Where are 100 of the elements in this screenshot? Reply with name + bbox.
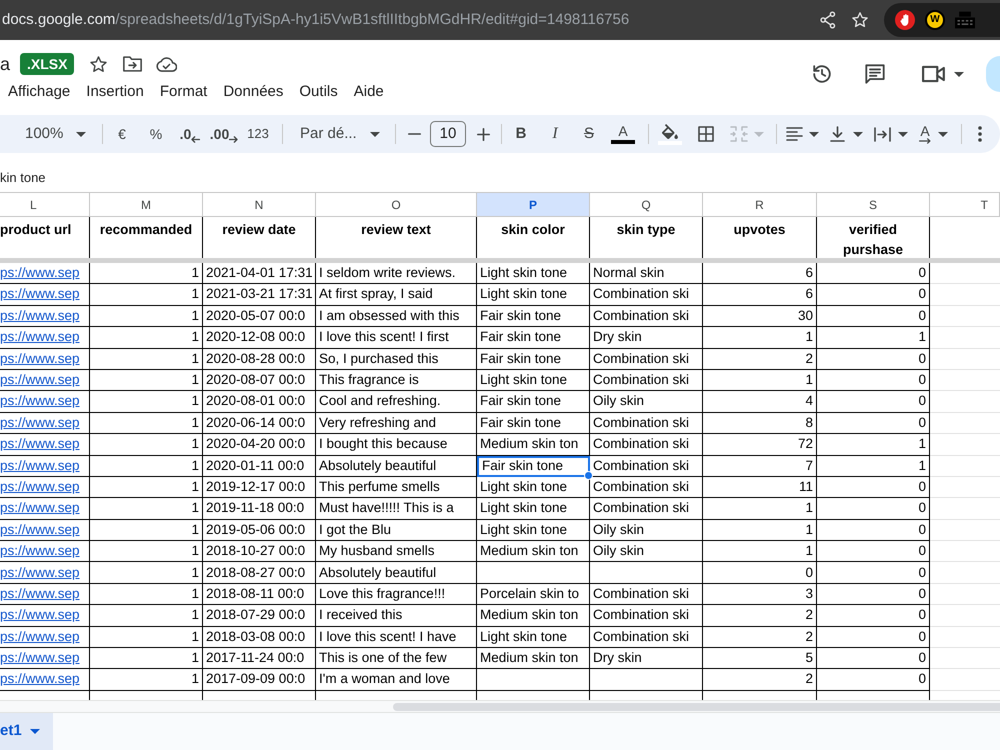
color-swatch-icon [611, 140, 635, 144]
table-cell: 0 [817, 370, 930, 392]
table-cell: Combination ski [590, 370, 703, 392]
cell-link[interactable]: ps://www.sep [0, 391, 80, 412]
document-title[interactable]: a [0, 55, 10, 73]
file-type-badge: .XLSX [20, 53, 74, 75]
cell-link[interactable]: ps://www.sep [0, 648, 80, 668]
table-cell: 0 [817, 412, 930, 434]
cell-link[interactable]: ps://www.sep [0, 456, 80, 476]
table-cell: Light skin tone [477, 626, 590, 648]
menu-item[interactable]: Insertion [80, 79, 150, 105]
bold-button[interactable]: B [504, 119, 538, 149]
table-cell: 11 [703, 476, 817, 498]
cell-link[interactable]: ps://www.sep [0, 562, 80, 583]
cell-link[interactable]: ps://www.sep [0, 434, 80, 454]
zoom-dropdown[interactable]: 100% [18, 119, 92, 149]
sheet-tab[interactable]: et1 [0, 713, 53, 750]
table-cell: Combination ski [590, 434, 703, 456]
table-cell: 2 [703, 605, 817, 627]
cell-link[interactable]: ps://www.sep [0, 541, 80, 562]
table-cell: Dry skin [590, 327, 703, 349]
wrap-icon [874, 126, 891, 142]
extension-button[interactable] [894, 9, 916, 31]
cloud-check-icon [156, 56, 177, 72]
text-color-button[interactable]: A [606, 119, 640, 149]
currency-button[interactable]: € [105, 119, 139, 149]
table-cell: 2020-12-08 00:0 [203, 327, 316, 349]
table-cell: 1 [90, 520, 203, 542]
caret-icon [30, 729, 40, 734]
table-cell: 2018-08-11 00:0 [203, 584, 316, 606]
cell-link[interactable]: ps://www.sep [0, 263, 80, 284]
table-cell: Combination ski [590, 584, 703, 606]
table-cell: 2021-03-21 17:31 [203, 284, 316, 306]
cell-link[interactable]: ps://www.sep [0, 626, 80, 647]
table-cell: I love this scent! I have [316, 626, 477, 648]
strikethrough-button[interactable]: S [572, 119, 606, 149]
header-cell-text: skin color [500, 221, 566, 239]
table-cell: 1 [817, 456, 930, 477]
menu-item[interactable]: Aide [348, 79, 390, 105]
italic-button[interactable]: I [538, 119, 572, 149]
extension-button[interactable]: W [925, 10, 945, 30]
table-cell: Oily skin [590, 391, 703, 413]
cell-link[interactable]: ps://www.sep [0, 306, 80, 326]
menu-item[interactable]: Format [154, 79, 214, 105]
column-header[interactable]: P [477, 193, 590, 216]
percent-button[interactable]: % [139, 119, 173, 149]
fill-handle[interactable] [584, 470, 593, 480]
cell-link[interactable]: ps://www.sep [0, 584, 80, 604]
table-cell: Combination ski [590, 284, 703, 306]
table-cell: 2020-01-11 00:0 [203, 456, 316, 477]
table-cell: 1 [90, 434, 203, 456]
table-cell: 1 [90, 391, 203, 413]
table-cell: Fair skin tone [477, 348, 590, 370]
text-rotation-button[interactable]: A [916, 119, 960, 149]
table-cell: 5 [703, 648, 817, 670]
cell-link[interactable]: ps://www.sep [0, 327, 80, 348]
horizontal-scrollbar[interactable] [393, 702, 1000, 710]
menu-item[interactable]: Données [217, 79, 290, 105]
table-cell: 1 [90, 498, 203, 520]
table-cell: So, I purchased this [316, 348, 477, 370]
arrow-left-icon [191, 136, 200, 142]
cell-link[interactable]: ps://www.sep [0, 520, 80, 540]
table-cell: 2018-10-27 00:0 [203, 541, 316, 562]
increase-decimals-button[interactable]: .00 [207, 119, 241, 149]
table-cell: 6 [703, 284, 817, 306]
share-icon [820, 11, 836, 29]
cell-link[interactable]: ps://www.sep [0, 412, 80, 434]
table-cell: 1 [90, 327, 203, 349]
table-cell: Combination ski [590, 626, 703, 648]
table-cell: 0 [817, 626, 930, 648]
font-dropdown[interactable]: Par dé... [290, 119, 388, 149]
number-format-button[interactable]: 123 [241, 119, 275, 149]
table-cell: 1 [90, 648, 203, 670]
decrease-decimals-button[interactable]: .0 [173, 119, 207, 149]
formula-bar-value[interactable]: kin tone [0, 168, 46, 188]
menu-item[interactable]: Affichage [2, 79, 76, 105]
plus-icon [476, 128, 490, 140]
cell-link[interactable]: ps://www.sep [0, 669, 80, 690]
table-cell: Light skin tone [477, 284, 590, 306]
cell-link[interactable]: ps://www.sep [0, 498, 80, 519]
menu-item[interactable]: Outils [293, 79, 344, 105]
table-cell: 0 [817, 391, 930, 413]
table-cell: 1 [703, 498, 817, 520]
table-cell: Light skin tone [477, 520, 590, 542]
table-cell: 72 [703, 434, 817, 456]
cell-link[interactable]: ps://www.sep [0, 370, 80, 390]
address-bar[interactable]: docs.google.com/spreadsheets/d/1gTyiSpA-hy1i5VwB1sftlIItbgbMGdHR/edit#gid=1498116756 [0, 0, 884, 40]
table-cell: 2020-08-07 00:0 [203, 370, 316, 392]
font-size-field[interactable]: 10 [430, 121, 466, 147]
cell-link[interactable]: ps://www.sep [0, 605, 80, 626]
cell-link[interactable]: ps://www.sep [0, 348, 80, 369]
table-cell: At first spray, I said [316, 284, 477, 306]
table-cell: 2018-08-27 00:0 [203, 562, 316, 584]
table-cell: Oily skin [590, 541, 703, 562]
more-vertical-icon [978, 126, 982, 142]
table-cell: Light skin tone [477, 476, 590, 498]
caret-icon [370, 132, 380, 136]
table-cell: Very refreshing and [316, 412, 477, 434]
cell-link[interactable]: ps://www.sep [0, 476, 80, 498]
cell-link[interactable]: ps://www.sep [0, 284, 80, 305]
